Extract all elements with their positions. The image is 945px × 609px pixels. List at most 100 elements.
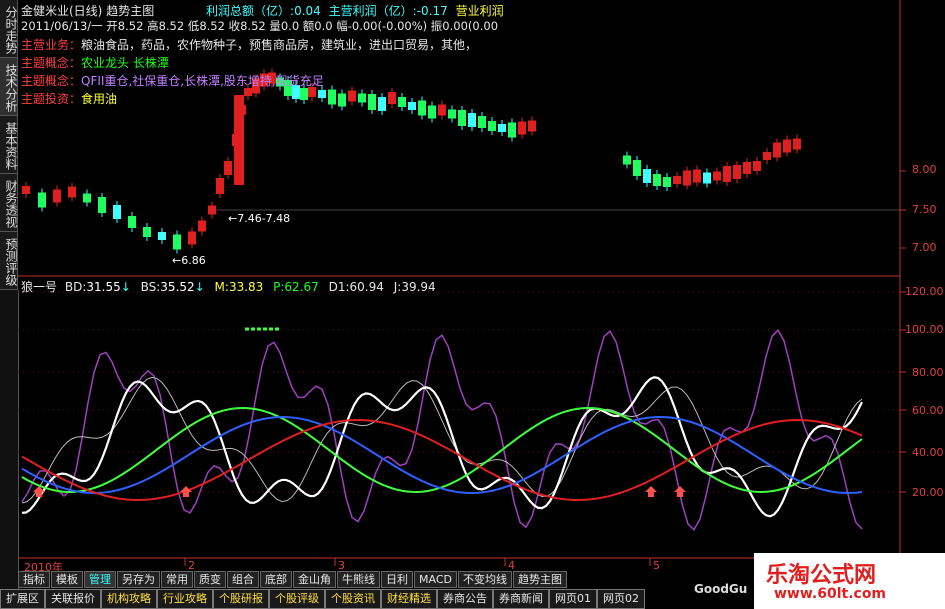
theme-concept-label: 主题概念： [21,56,82,70]
operating-profit-label: 营业利润 [455,4,504,18]
tab-8[interactable]: 金山角 [293,571,336,588]
candle [713,171,721,181]
candle [783,139,791,153]
info-line-1: 金健米业(日线) 趋势主图 利润总额（亿）:0.04 主营利润（亿）:-0.17… [21,2,504,19]
site-watermark: 乐淘公式网 www.60lt.com [754,553,945,609]
up-arrow-marker [645,486,657,497]
candle [643,169,651,183]
candle [318,90,326,98]
indicator-axis-label: 120.00 [905,285,944,298]
main-business-label: 主营业务： [21,38,82,52]
candle [743,162,751,174]
candle [723,166,731,182]
up-arrow-marker [674,486,686,497]
tab-9[interactable]: 牛熊线 [337,571,380,588]
brand-label: GoodGu [694,582,748,596]
tab-11[interactable]: MACD [414,571,457,588]
tab-5[interactable]: 质变 [194,571,226,588]
p-value: 62.67 [284,280,319,294]
theme-concept-value: 农业龙头 长株潭 [81,56,169,70]
bottom-tab-2[interactable]: 机构攻略 [101,589,157,609]
theme-concept2-label: 主题概念： [21,74,82,88]
indicator-axis-label: 20.00 [912,486,944,499]
candle [68,186,76,198]
candle [418,100,426,116]
candle [98,197,106,213]
bs-label: BS: [140,280,161,294]
indicator-header: 狼一号 BD:31.55↓ BS:35.52↓ M:33.83 P:62.67 … [21,280,436,294]
bottom-tab-0[interactable]: 扩展区 [0,589,45,609]
up-arrow-marker [180,486,192,497]
price-axis-label: 7.00 [912,241,937,254]
rally-candle [234,95,244,185]
tab-3[interactable]: 另存为 [117,571,160,588]
bottom-tab-10[interactable]: 网页01 [549,589,597,609]
main-profit-label: 主营利润（亿）: [328,4,417,18]
candle [128,216,136,228]
time-label: 5 [653,559,660,572]
candle [158,232,166,240]
tab-0[interactable]: 指标 [18,571,50,588]
bd-label: BD: [64,280,87,294]
candle [518,121,526,135]
indicator-axis-label: 60.00 [912,404,944,417]
bottom-tab-8[interactable]: 券商公告 [437,589,493,609]
bottom-tab-11[interactable]: 网页02 [597,589,645,609]
candle [53,189,61,203]
candle [408,102,416,110]
bottom-tab-6[interactable]: 个股资讯 [325,589,381,609]
m-label: M: [214,280,229,294]
white-indicator-line [21,376,863,518]
bottom-tab-1[interactable]: 关联报价 [45,589,101,609]
tab-13[interactable]: 趋势主图 [512,571,567,588]
candle [438,104,446,116]
price-high-annotation: ←7.46-7.48 [228,212,291,225]
candle [198,220,206,232]
info-line-4: 主题概念：农业龙头 长株潭 [21,54,169,71]
p-label: P: [273,280,285,294]
grey-indicator-line [21,376,863,504]
candle [793,138,801,150]
candle [488,121,496,131]
bs-value: 35.52 [160,280,195,294]
tab-10[interactable]: 日利 [381,571,413,588]
tab-1[interactable]: 模板 [51,571,83,588]
price-axis-label: 8.00 [912,163,937,176]
tab-6[interactable]: 组合 [227,571,259,588]
candle [348,90,356,102]
bottom-tab-7[interactable]: 财经精选 [381,589,437,609]
tab-4[interactable]: 常用 [161,571,193,588]
tab-12[interactable]: 不变均线 [457,571,512,588]
candle [22,186,30,194]
candle [173,234,181,250]
candle [38,192,46,208]
tab-7[interactable]: 底部 [260,571,292,588]
indicator-axis-label: 100.00 [905,323,944,336]
main-profit-value: -0.17 [416,4,448,18]
candle [663,177,671,187]
candle [653,174,661,186]
bottom-tab-bar: 扩展区 关联报价 机构攻略 行业攻略 个股研报 个股评级 个股资讯 财经精选 券商公告 券商新闻网… [0,589,645,609]
bottom-tab-9[interactable]: 券商新闻 [493,589,549,609]
price-axis-label: 7.50 [912,203,937,216]
profit-total-label: 利润总额（亿）: [206,4,295,18]
chart-canvas[interactable] [0,0,945,609]
bottom-tab-3[interactable]: 行业攻略 [157,589,213,609]
time-dividers [184,558,651,566]
indicator-axis-label: 40.00 [912,446,944,459]
candle [188,231,196,245]
candle [633,160,641,176]
bottom-tab-5[interactable]: 个股评级 [269,589,325,609]
tab-2[interactable]: 管理 [84,571,116,588]
bottom-tab-4[interactable]: 个股研报 [213,589,269,609]
candle [733,165,741,179]
candle [300,88,308,100]
theme-investment-label: 主题投资： [21,92,82,106]
candle [368,94,376,110]
candle [143,227,151,237]
candle [703,172,711,184]
d1-label: D1: [328,280,350,294]
candle [693,169,701,183]
theme-investment-value: 食用油 [81,92,118,106]
theme-concept2-value: QFII重仓,社保重仓,长株潭,股东增持,现货充足 [81,74,324,88]
